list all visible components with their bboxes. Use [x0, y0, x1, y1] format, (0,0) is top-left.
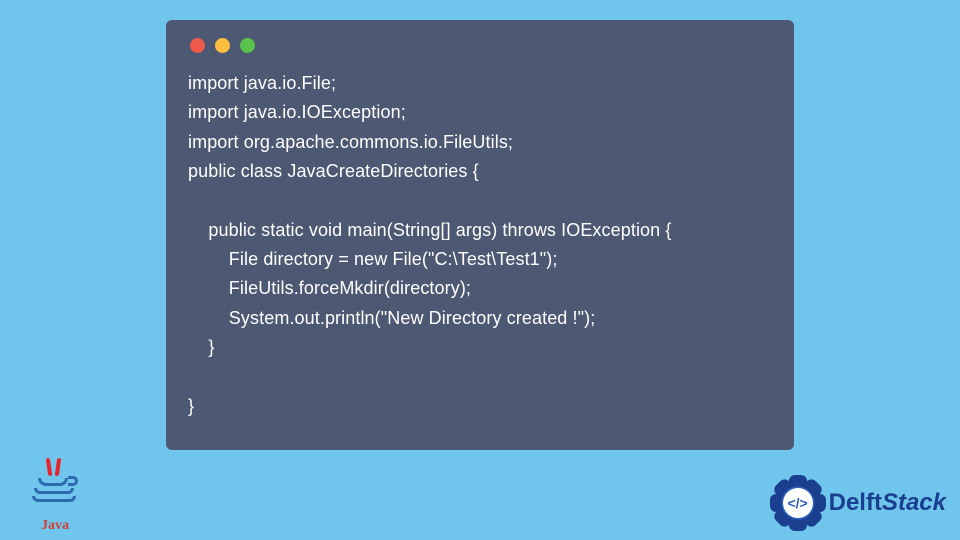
maximize-icon[interactable]	[240, 38, 255, 53]
delftstack-badge-icon: </>	[769, 474, 827, 532]
code-line: FileUtils.forceMkdir(directory);	[188, 278, 471, 298]
delftstack-logo: </> DelftStack	[769, 474, 946, 532]
java-logo: Java	[30, 478, 80, 534]
code-line: import org.apache.commons.io.FileUtils;	[188, 132, 513, 152]
code-line: }	[188, 396, 194, 416]
window-controls	[190, 38, 772, 53]
code-window: import java.io.File; import java.io.IOEx…	[166, 20, 794, 450]
code-line: public class JavaCreateDirectories {	[188, 161, 479, 181]
code-line: import java.io.IOException;	[188, 102, 406, 122]
minimize-icon[interactable]	[215, 38, 230, 53]
code-line: import java.io.File;	[188, 73, 336, 93]
java-label: Java	[30, 518, 80, 534]
java-cup-icon	[32, 478, 78, 512]
code-block: import java.io.File; import java.io.IOEx…	[188, 69, 772, 421]
code-line: File directory = new File("C:\Test\Test1…	[188, 249, 557, 269]
delftstack-text: DelftStack	[829, 489, 946, 517]
code-line: System.out.println("New Directory create…	[188, 308, 595, 328]
close-icon[interactable]	[190, 38, 205, 53]
code-glyph-icon: </>	[783, 488, 813, 518]
code-line: public static void main(String[] args) t…	[188, 220, 672, 240]
code-line: }	[188, 337, 215, 357]
